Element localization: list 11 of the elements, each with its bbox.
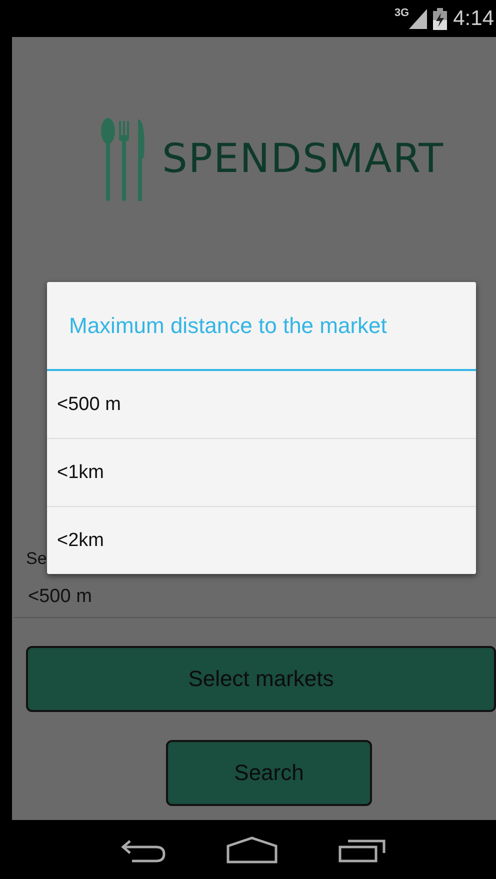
clock: 4:14: [453, 6, 494, 30]
distance-option[interactable]: <500 m: [47, 371, 476, 439]
app-logo-text: SPENDSMART: [162, 136, 444, 182]
dialog-title: Maximum distance to the market: [47, 282, 476, 371]
battery-icon: [433, 8, 448, 30]
distance-option[interactable]: <2km: [47, 507, 476, 574]
distance-label: Se: [26, 549, 48, 570]
home-icon[interactable]: [226, 836, 278, 864]
distance-option[interactable]: <1km: [47, 439, 476, 507]
signal-icon: [409, 8, 428, 28]
network-label: 3G: [394, 7, 410, 19]
